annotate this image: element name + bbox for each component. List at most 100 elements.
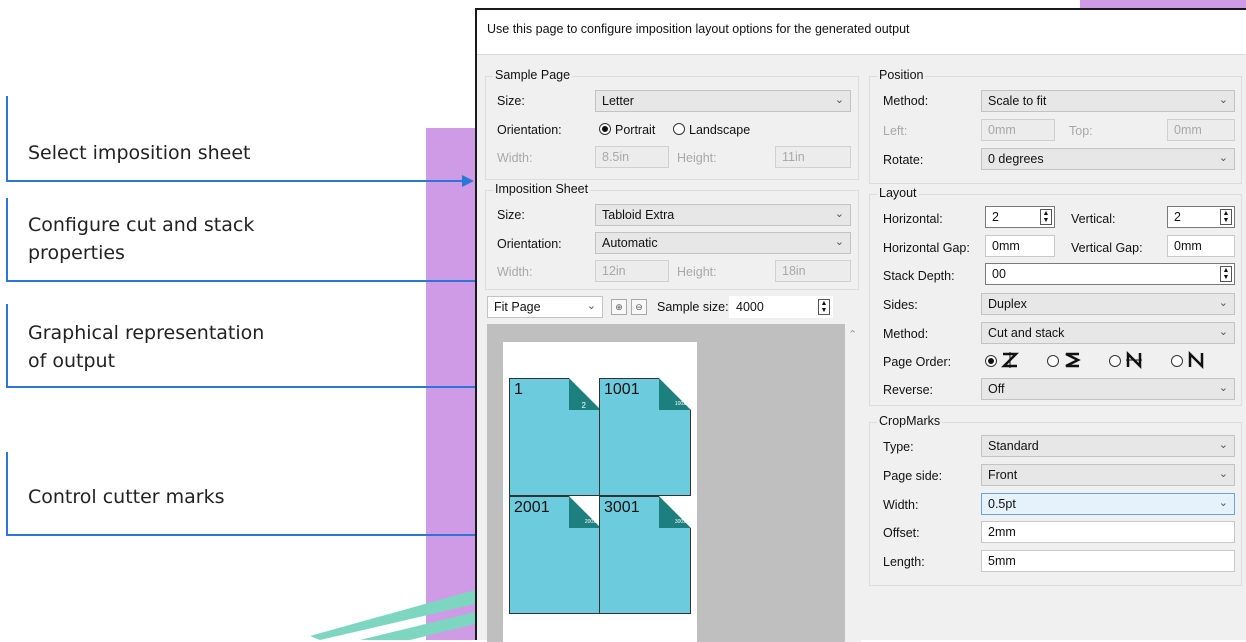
sample-size-select[interactable]: Letter ⌄ [595,90,851,112]
chevron-down-icon: ⌄ [834,94,844,106]
sample-height-input[interactable]: 11in [775,146,851,168]
horizontal-gap-input[interactable]: 0mm [985,235,1055,257]
rotate-label: Rotate: [883,153,924,167]
stack-depth-label: Stack Depth: [883,269,955,283]
spinner-arrows-icon[interactable]: ▲ ▼ [1040,209,1052,225]
crop-type-value: Standard [988,439,1039,453]
landscape-radio[interactable] [673,123,685,135]
preview-scrollbar[interactable]: ⌃ [845,324,861,642]
zoom-out-icon[interactable]: ⊖ [631,299,647,315]
sheet-width-label: Width: [497,265,533,279]
reverse-select[interactable]: Off ⌄ [981,378,1235,400]
stack-depth-value: 00 [992,267,1006,281]
imposition-settings-window: Use this page to configure imposition la… [475,8,1246,642]
crop-length-input[interactable]: 5mm [981,550,1235,572]
rotate-select[interactable]: 0 degrees ⌄ [981,148,1235,170]
position-method-select[interactable]: Scale to fit ⌄ [981,90,1235,112]
sheet-height-input[interactable]: 18in [775,260,851,282]
sheet-size-select[interactable]: Tabloid Extra ⌄ [595,204,851,226]
sample-orientation-label: Orientation: [497,123,562,137]
tile-back-number: 3002 [674,519,686,525]
crop-length-label: Length: [883,555,925,569]
chevron-down-icon: ⌄ [1218,297,1228,309]
connector-3-horizontal [6,386,494,388]
horizontal-label: Horizontal: [883,212,943,226]
imposition-sheet-title: Imposition Sheet [493,182,591,196]
chevron-down-icon: ⌄ [1218,326,1228,338]
sheet-size-label: Size: [497,208,525,222]
vertical-gap-input[interactable]: 0mm [1167,235,1235,257]
order-z-icon [1001,352,1019,368]
tile-number: 1001 [604,381,640,398]
zoom-fit-value: Fit Page [494,300,541,314]
rotate-value: 0 degrees [988,152,1044,166]
page-order-s-radio[interactable] [1047,355,1059,367]
sample-page-title: Sample Page [493,68,573,82]
sides-value: Duplex [988,297,1027,311]
reverse-value: Off [988,382,1005,396]
zoom-in-icon[interactable]: ⊕ [611,299,627,315]
tile-number: 2001 [514,499,550,516]
layout-method-label: Method: [883,327,929,341]
horizontal-value: 2 [992,210,999,224]
spinner-arrows-icon[interactable]: ▲ ▼ [1220,266,1232,282]
position-top-input[interactable]: 0mm [1167,119,1235,141]
spinner-arrows-icon[interactable]: ▲ ▼ [1220,209,1232,225]
chevron-down-icon: ⌄ [834,208,844,220]
page-tile: 1 2 [509,378,601,496]
sheet-size-value: Tabloid Extra [602,208,675,222]
portrait-label: Portrait [615,123,656,137]
connector-3-vertical [6,304,8,388]
vertical-gap-label: Vertical Gap: [1071,241,1143,255]
crop-type-label: Type: [883,440,914,454]
vertical-value: 2 [1174,210,1181,224]
position-left-label: Left: [883,124,908,138]
sheet-orientation-value: Automatic [602,236,658,250]
scroll-up-icon[interactable]: ⌃ [848,328,857,341]
layout-method-value: Cut and stack [988,326,1065,340]
callout-cutter-marks: Control cutter marks [28,486,225,508]
sample-width-label: Width: [497,151,533,165]
connector-2-vertical [6,198,8,282]
page-order-z-radio[interactable] [985,355,997,367]
tile-number: 3001 [604,499,640,516]
page-order-n-radio[interactable] [1109,355,1121,367]
imposition-sheet-preview: 1 2 1001 1002 2001 2002 3001 3002 [503,342,697,642]
sample-size-spinner[interactable]: 4000 ▲ ▼ [729,296,833,318]
cropmarks-title: CropMarks [877,414,943,428]
tile-number: 1 [514,381,523,398]
crop-offset-input[interactable]: 2mm [981,521,1235,543]
order-s-icon [1065,352,1081,368]
callout-cut-stack-line1: Configure cut and stack [28,214,255,236]
sheet-width-input[interactable]: 12in [595,260,669,282]
sheet-orientation-select[interactable]: Automatic ⌄ [595,232,851,254]
sample-size-count-label: Sample size: [657,300,729,314]
position-left-input[interactable]: 0mm [981,119,1055,141]
crop-type-select[interactable]: Standard ⌄ [981,435,1235,457]
zoom-fit-select[interactable]: Fit Page ⌄ [487,296,603,318]
crop-width-value: 0.5pt [988,497,1016,511]
page-header: Use this page to configure imposition la… [477,10,1246,55]
sample-width-input[interactable]: 8.5in [595,146,669,168]
sides-select[interactable]: Duplex ⌄ [981,293,1235,315]
page-tile: 1001 1002 [599,378,691,496]
stack-depth-spinner[interactable]: 00 ▲ ▼ [985,263,1235,285]
spinner-arrows-icon[interactable]: ▲ ▼ [818,299,830,315]
page-order-n2-radio[interactable] [1171,355,1183,367]
callout-cut-stack-line2: properties [28,242,125,264]
horizontal-spinner[interactable]: 2 ▲ ▼ [985,206,1055,228]
decorative-stripes [310,590,475,640]
crop-side-label: Page side: [883,469,943,483]
tile-back-number: 1002 [674,401,686,407]
portrait-radio[interactable] [599,123,611,135]
sheet-height-label: Height: [677,265,717,279]
vertical-spinner[interactable]: 2 ▲ ▼ [1167,206,1235,228]
layout-method-select[interactable]: Cut and stack ⌄ [981,322,1235,344]
sample-size-count-value: 4000 [736,300,764,314]
crop-side-select[interactable]: Front ⌄ [981,464,1235,486]
landscape-label: Landscape [689,123,751,137]
vertical-label: Vertical: [1071,212,1116,226]
order-n-icon [1188,351,1204,369]
chevron-down-icon: ⌄ [1218,382,1228,394]
crop-width-select[interactable]: 0.5pt ⌄ [981,493,1235,515]
